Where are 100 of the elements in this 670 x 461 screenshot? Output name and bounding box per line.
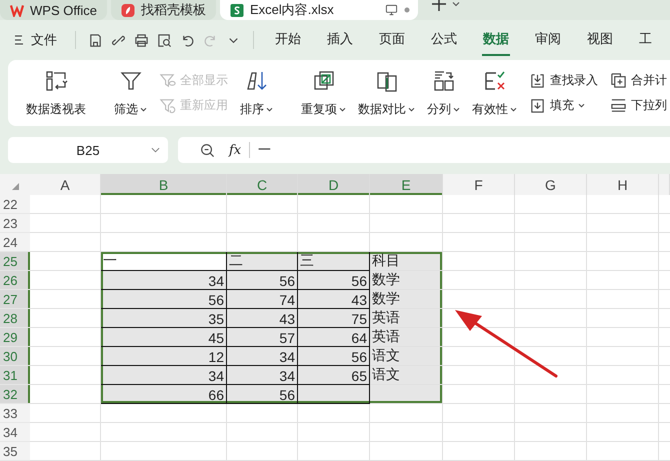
caret-icon[interactable]	[452, 1, 460, 7]
table-cell[interactable]: 74	[227, 290, 298, 309]
caret-icon	[453, 106, 460, 112]
formula-bar[interactable]: fx 一	[178, 137, 670, 163]
ribbon-tab[interactable]: 公式	[430, 24, 458, 56]
table-cell[interactable]: 数学	[370, 271, 443, 290]
menu-icon[interactable]	[13, 34, 25, 46]
table-cell[interactable]: 语文	[370, 366, 443, 385]
ribbon-button[interactable]: 数据透视表	[20, 68, 92, 118]
table-cell[interactable]	[298, 385, 370, 404]
ribbon-tab[interactable]: 开始	[274, 24, 302, 56]
table-cell[interactable]: 56	[298, 347, 370, 366]
column-header[interactable]: D	[298, 174, 370, 195]
table-cell[interactable]: 34	[101, 271, 227, 290]
row-header[interactable]: 27	[0, 290, 30, 309]
table-cell[interactable]: 34	[101, 366, 227, 385]
ribbon-button[interactable]: 下拉列	[610, 97, 667, 114]
column-header[interactable]: H	[587, 174, 659, 195]
ribbon-button[interactable]: 合并计	[610, 72, 667, 89]
file-menu[interactable]: 文件	[31, 31, 57, 49]
new-tab-icon[interactable]	[432, 0, 446, 11]
print-preview-icon[interactable]	[157, 32, 172, 48]
row-header[interactable]: 31	[0, 366, 30, 385]
caret-icon	[510, 106, 517, 112]
link-icon[interactable]	[111, 32, 126, 48]
window-tab[interactable]: Excel内容.xlsx	[220, 0, 418, 20]
table-cell[interactable]: 66	[101, 385, 227, 404]
table-cell[interactable]: 数学	[370, 290, 443, 309]
row-header[interactable]: 32	[0, 385, 30, 404]
row-header[interactable]: 28	[0, 309, 30, 328]
column-header[interactable]: A	[30, 174, 101, 195]
row-header[interactable]: 33	[0, 404, 30, 423]
table-cell[interactable]: 科目	[370, 252, 443, 271]
row-header[interactable]: 24	[0, 233, 30, 252]
table-cell[interactable]: 57	[227, 328, 298, 347]
ribbon-button[interactable]: 排序	[234, 68, 279, 118]
table-cell[interactable]: 56	[227, 271, 298, 290]
row-header[interactable]: 25	[0, 252, 30, 271]
ribbon-tab[interactable]: 视图	[586, 24, 614, 56]
sheet-logo-icon	[230, 4, 244, 16]
ribbon-button[interactable]: 筛选	[108, 68, 153, 118]
table-cell[interactable]: 12	[101, 347, 227, 366]
table-cell[interactable]: 英语	[370, 328, 443, 347]
caret-icon	[339, 106, 346, 112]
table-cell[interactable]: 34	[227, 366, 298, 385]
zoom-out-icon[interactable]	[200, 142, 215, 158]
row-header[interactable]: 22	[0, 195, 30, 214]
window-tab[interactable]: WPS Office	[0, 0, 107, 20]
table-cell[interactable]: 56	[298, 271, 370, 290]
ribbon-tab[interactable]: 工	[638, 24, 653, 56]
column-header[interactable]: C	[227, 174, 298, 195]
table-cell[interactable]: 45	[101, 328, 227, 347]
ribbon-button[interactable]: 查找录入	[529, 72, 598, 89]
row-header[interactable]: 35	[0, 442, 30, 461]
ribbon-button[interactable]: 重复项	[295, 68, 352, 118]
insert-function-button[interactable]: fx	[229, 142, 242, 158]
column-header[interactable]	[659, 174, 670, 195]
table-cell[interactable]: 75	[298, 309, 370, 328]
row-header[interactable]: 26	[0, 271, 30, 290]
monitor-icon[interactable]	[384, 4, 398, 16]
table-cell[interactable]: 43	[298, 290, 370, 309]
table-cell[interactable]: 56	[227, 385, 298, 404]
ribbon-button[interactable]: 分列	[421, 68, 466, 118]
row-header[interactable]: 30	[0, 347, 30, 366]
table-cell[interactable]: 英语	[370, 309, 443, 328]
window-tab[interactable]: 找稻壳模板	[110, 0, 216, 20]
select-all-icon[interactable]	[12, 183, 18, 190]
print-icon[interactable]	[134, 32, 149, 48]
caret-icon	[140, 106, 147, 112]
table-cell[interactable]: 二	[227, 252, 298, 271]
table-cell[interactable]: 35	[101, 309, 227, 328]
ribbon-icon	[44, 68, 68, 92]
ribbon-button[interactable]: 填充	[529, 97, 598, 114]
table-cell[interactable]: 43	[227, 309, 298, 328]
row-header[interactable]: 34	[0, 423, 30, 442]
ribbon-icon	[159, 72, 176, 89]
ribbon-button[interactable]: 有效性	[466, 68, 523, 118]
ribbon-icon	[529, 97, 546, 114]
table-cell[interactable]: 语文	[370, 347, 443, 366]
ribbon-tab[interactable]: 数据	[482, 24, 510, 56]
column-header[interactable]: E	[370, 174, 443, 195]
ribbon-tab[interactable]: 审阅	[534, 24, 562, 56]
table-cell[interactable]: 34	[227, 347, 298, 366]
table-cell[interactable]: 56	[101, 290, 227, 309]
row-header[interactable]: 23	[0, 214, 30, 233]
ribbon-icon	[159, 97, 176, 114]
table-cell[interactable]: 三	[298, 252, 370, 271]
column-header[interactable]: F	[443, 174, 515, 195]
table-cell[interactable]: 一	[101, 252, 227, 271]
ribbon-button[interactable]: 数据对比	[352, 68, 421, 118]
ribbon-icon	[482, 68, 506, 92]
save-icon[interactable]	[88, 32, 103, 48]
row-header[interactable]: 29	[0, 328, 30, 347]
column-header[interactable]: B	[101, 174, 227, 195]
ribbon-tab[interactable]: 插入	[326, 24, 354, 56]
column-header[interactable]: G	[515, 174, 587, 195]
table-cell[interactable]: 65	[298, 366, 370, 385]
table-cell[interactable]: 64	[298, 328, 370, 347]
name-box[interactable]: B25	[8, 137, 168, 163]
ribbon-tab[interactable]: 页面	[378, 24, 406, 56]
